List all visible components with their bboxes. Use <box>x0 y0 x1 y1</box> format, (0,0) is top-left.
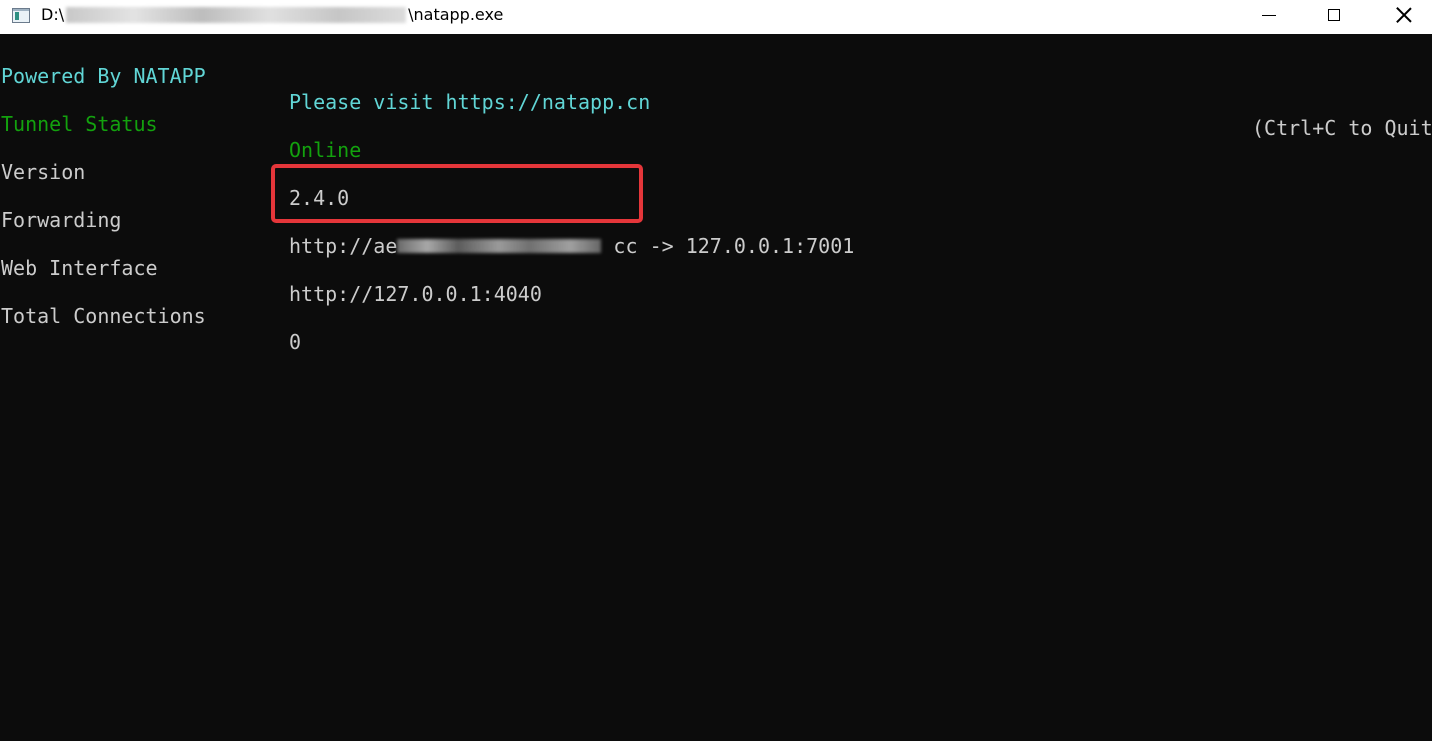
total-connections-label: Total Connections <box>1 304 206 328</box>
console-output[interactable]: Powered By NATAPP Please visit https://n… <box>0 36 1432 741</box>
status-line-tunnel-status: Tunnel Status Online <box>0 85 361 162</box>
close-icon <box>1396 7 1412 23</box>
status-line-forwarding: Forwarding http://ae cc -> 127.0.0.1:700… <box>0 181 854 258</box>
console-window: D:\ \natapp.exe Powered By NATAPP Please… <box>0 0 1432 741</box>
forwarding-arrow: -> <box>649 234 674 258</box>
redacted-url-blur <box>397 239 602 253</box>
total-connections-value: 0 <box>289 330 302 354</box>
status-line-version: Version 2.4.0 <box>0 133 349 210</box>
maximize-button[interactable] <box>1311 0 1357 30</box>
window-title: D:\ \natapp.exe <box>41 5 503 24</box>
status-line-total-connections: Total Connections 0 <box>0 277 301 354</box>
close-button[interactable] <box>1381 0 1427 30</box>
web-interface-value: http://127.0.0.1:4040 <box>289 282 542 306</box>
title-path-suffix: \natapp.exe <box>408 5 504 24</box>
please-visit-text: Please visit https://natapp.cn <box>289 90 651 114</box>
maximize-icon <box>1328 9 1340 21</box>
status-line-web-interface: Web Interface http://127.0.0.1:4040 <box>0 229 542 306</box>
forwarding-url-highlight-box <box>271 164 643 223</box>
forwarding-target: 127.0.0.1:7001 <box>685 234 855 258</box>
redacted-path-blur <box>66 6 407 23</box>
forwarding-value: http://ae cc -> 127.0.0.1:7001 <box>289 233 854 259</box>
minimize-icon <box>1262 14 1276 16</box>
minimize-button[interactable] <box>1246 0 1292 30</box>
console-window-icon[interactable] <box>12 8 30 23</box>
quit-hint: (Ctrl+C to Quit) <box>1252 116 1432 140</box>
title-path-prefix: D:\ <box>41 5 65 24</box>
forwarding-url-suffix: cc <box>613 234 638 258</box>
console-header-line: Powered By NATAPP Please visit https://n… <box>0 37 1432 140</box>
title-bar[interactable]: D:\ \natapp.exe <box>0 0 1432 34</box>
forwarding-url-prefix: http://ae <box>289 234 398 258</box>
tunnel-status-value: Online <box>289 138 362 162</box>
